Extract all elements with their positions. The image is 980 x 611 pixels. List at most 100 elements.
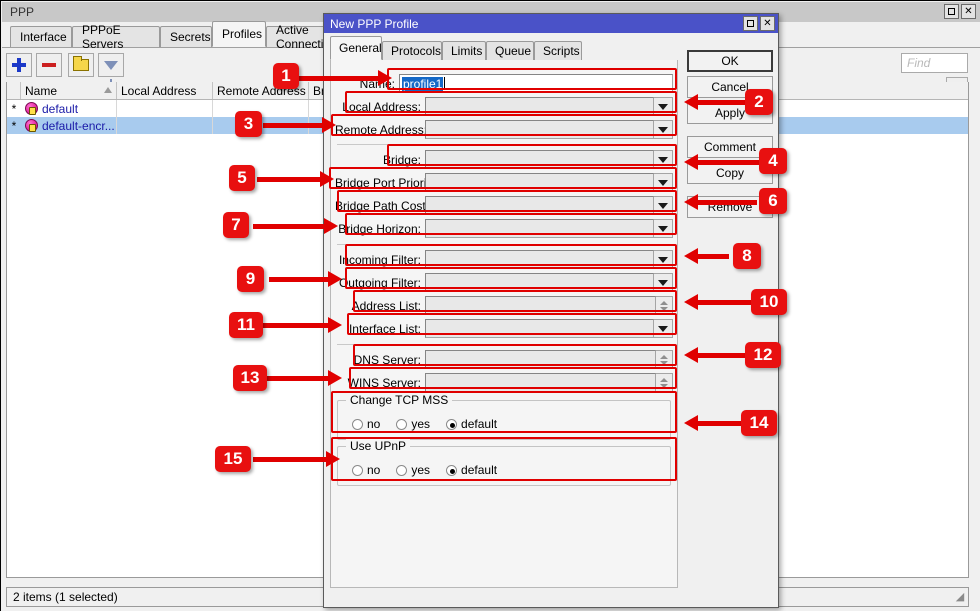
bridge-dropdown-button[interactable]: [654, 150, 673, 169]
bridge-path-cost-field-row: Bridge Path Cost:: [335, 196, 673, 215]
ok-button[interactable]: OK: [687, 50, 773, 72]
tab-limits[interactable]: Limits: [442, 41, 486, 60]
radio-selected-icon: [446, 418, 458, 430]
bridge-horizon-input[interactable]: [425, 219, 654, 238]
bridge-port-priority-dropdown-button[interactable]: [654, 173, 673, 192]
dns-server-spinner[interactable]: [656, 350, 673, 369]
sort-ascending-icon: [104, 87, 112, 93]
bridge-path-cost-dropdown-button[interactable]: [654, 196, 673, 215]
tab-pppoe-servers[interactable]: PPPoE Servers: [72, 23, 160, 51]
close-icon[interactable]: ✕: [961, 4, 976, 19]
tab-protocols[interactable]: Protocols: [382, 41, 442, 60]
name-input-value: profile1: [402, 76, 444, 91]
column-header-local-address[interactable]: Local Address: [117, 82, 213, 99]
radio-icon: [396, 464, 408, 476]
bridge-input[interactable]: [425, 150, 654, 169]
change-tcp-mss-option-default[interactable]: default: [446, 417, 497, 431]
dns-server-input[interactable]: [425, 350, 656, 369]
resize-grip-icon[interactable]: ◢: [954, 591, 966, 603]
folder-icon: [73, 56, 89, 71]
bridge-port-priority-input[interactable]: [425, 173, 654, 192]
wins-server-field-row: WINS Server:: [335, 373, 673, 392]
wins-server-spinner[interactable]: [656, 373, 673, 392]
search-placeholder: Find: [907, 56, 931, 70]
divider: [337, 244, 671, 245]
wins-server-input[interactable]: [425, 373, 656, 392]
column-header-name[interactable]: Name: [21, 82, 117, 99]
local-address-dropdown-button[interactable]: [654, 97, 673, 116]
tab-interface[interactable]: Interface: [10, 26, 72, 47]
column-header-flag[interactable]: [7, 82, 21, 99]
remote-address-dropdown-button[interactable]: [654, 120, 673, 139]
use-upnp-option-default[interactable]: default: [446, 463, 497, 477]
row-name-cell[interactable]: default-encr...: [21, 117, 117, 134]
chevron-down-icon: [660, 383, 668, 388]
tab-scripts[interactable]: Scripts: [534, 41, 582, 60]
chevron-down-icon: [658, 256, 668, 263]
plus-icon: [12, 58, 26, 72]
name-label: Name:: [359, 76, 395, 91]
interface-list-label: Interface List:: [348, 321, 421, 336]
filter-button[interactable]: [98, 53, 124, 84]
minus-icon: [42, 63, 56, 67]
chevron-up-icon: [660, 354, 668, 359]
outgoing-filter-input[interactable]: [425, 273, 654, 292]
outgoing-filter-dropdown-button[interactable]: [654, 273, 673, 292]
chevron-down-icon: [658, 156, 668, 163]
change-tcp-mss-option-yes[interactable]: yes: [396, 417, 430, 431]
tab-general[interactable]: General: [330, 36, 382, 60]
dialog-button-column: OK Cancel Apply Comment Copy Remove: [687, 50, 773, 222]
radio-icon: [352, 464, 363, 476]
maximize-icon[interactable]: [743, 16, 758, 31]
close-icon[interactable]: ✕: [760, 16, 775, 31]
cancel-button[interactable]: Cancel: [687, 76, 773, 98]
wins-server-label: WINS Server:: [347, 375, 421, 390]
name-input[interactable]: profile1: [399, 74, 673, 93]
use-upnp-option-yes[interactable]: yes: [396, 463, 430, 477]
tab-secrets[interactable]: Secrets: [160, 26, 212, 47]
comment-button[interactable]: Comment: [687, 136, 773, 158]
interface-list-dropdown-button[interactable]: [654, 319, 673, 338]
address-list-input[interactable]: [425, 296, 656, 315]
apply-button[interactable]: Apply: [687, 102, 773, 124]
remote-address-field-row: Remote Address:: [335, 120, 673, 139]
dns-server-field-row: DNS Server:: [335, 350, 673, 369]
remove-button[interactable]: Remove: [687, 196, 773, 218]
enable-button[interactable]: [68, 53, 94, 77]
search-input[interactable]: Find: [901, 53, 968, 73]
name-field-row: Name: profile1: [335, 74, 673, 93]
incoming-filter-input[interactable]: [425, 250, 654, 269]
bridge-horizon-dropdown-button[interactable]: [654, 219, 673, 238]
bridge-horizon-field-row: Bridge Horizon:: [335, 219, 673, 238]
row-remote-address-cell: [213, 117, 309, 134]
tab-profiles[interactable]: Profiles: [212, 21, 266, 47]
row-local-address-cell: [117, 117, 213, 134]
remote-address-label: Remote Address:: [335, 122, 428, 137]
dialog-general-panel: Name: profile1 Local Address: Remote Add…: [330, 60, 678, 588]
remote-address-input[interactable]: [425, 120, 654, 139]
use-upnp-option-no[interactable]: no: [352, 463, 380, 477]
ppp-window-title: PPP: [10, 5, 35, 19]
address-list-spinner[interactable]: [656, 296, 673, 315]
maximize-icon[interactable]: [944, 4, 959, 19]
chevron-down-icon: [660, 306, 668, 311]
use-upnp-fieldset: Use UPnP no yes default: [337, 439, 671, 486]
row-name-cell[interactable]: default: [21, 100, 117, 117]
tab-queue[interactable]: Queue: [486, 41, 534, 60]
change-tcp-mss-option-no[interactable]: no: [352, 417, 380, 431]
bridge-path-cost-input[interactable]: [425, 196, 654, 215]
local-address-field-row: Local Address:: [335, 97, 673, 116]
add-button[interactable]: [6, 53, 32, 77]
dialog-title: New PPP Profile: [330, 16, 419, 31]
divider: [337, 144, 671, 145]
interface-list-input[interactable]: [425, 319, 654, 338]
copy-button[interactable]: Copy: [687, 162, 773, 184]
radio-selected-icon: [446, 464, 458, 476]
local-address-input[interactable]: [425, 97, 654, 116]
text-caret: [444, 77, 446, 90]
column-header-remote-address[interactable]: Remote Address: [213, 82, 309, 99]
chevron-down-icon: [658, 202, 668, 209]
chevron-down-icon: [658, 126, 668, 133]
incoming-filter-dropdown-button[interactable]: [654, 250, 673, 269]
remove-button[interactable]: [36, 53, 62, 77]
